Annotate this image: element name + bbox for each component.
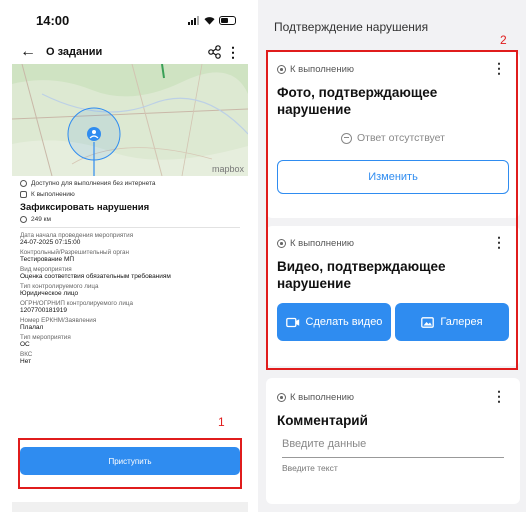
- field-label: ВКС: [20, 351, 33, 358]
- divider: [20, 227, 240, 228]
- field-value: ОС: [20, 341, 30, 348]
- field-control-body: Контрольный/Разрешительный орган Тестиро…: [20, 249, 240, 263]
- distance-row: 249 км: [20, 216, 240, 223]
- wifi-icon: [204, 16, 215, 25]
- field-label: ОГРН/ОГРНИП контролируемого лица: [20, 300, 133, 307]
- field-value: Тестирование МП: [20, 256, 75, 263]
- card-title: Комментарий: [277, 413, 368, 428]
- annotation-number-2: 2: [500, 33, 507, 47]
- task-info: Доступно для выполнения без интернета К …: [12, 176, 248, 365]
- status-icon: [277, 393, 286, 402]
- status-bar: 14:00: [12, 0, 248, 40]
- field-erknm: Номер ЕРКНМ/Заявления Плалал: [20, 317, 240, 331]
- card-status-text: К выполнению: [290, 392, 355, 403]
- map-tiles: [12, 64, 248, 176]
- annotation-number-1: 1: [218, 415, 225, 429]
- cloud-icon: [20, 191, 27, 198]
- field-value: 1207700181919: [20, 307, 67, 314]
- field-label: Тип контролируемого лица: [20, 283, 99, 290]
- highlight-box-1: [18, 438, 242, 489]
- field-value: Оценка соответствия обязательным требова…: [20, 273, 171, 280]
- task-title: Зафиксировать нарушения: [20, 202, 150, 213]
- signal-icon: [188, 15, 200, 25]
- highlight-box-2: [266, 50, 518, 370]
- input-hint: Введите текст: [282, 463, 338, 473]
- section-title: Подтверждение нарушения: [274, 20, 429, 34]
- field-label: Номер ЕРКНМ/Заявления: [20, 317, 97, 324]
- map-attribution: mapbox: [211, 164, 244, 174]
- more-vert-icon[interactable]: ⋮: [492, 389, 506, 403]
- field-value: Плалал: [20, 324, 44, 331]
- task-details-screen: 14:00 ← О задании ⋮ mapbox Доступно для …: [12, 0, 248, 512]
- field-event-type: Тип мероприятия ОС: [20, 334, 240, 348]
- field-start-date: Дата начала проведения мероприятия 24-07…: [20, 232, 240, 246]
- back-arrow-icon[interactable]: ←: [20, 43, 46, 61]
- bottom-bar: [12, 502, 248, 512]
- top-app-bar: ← О задании ⋮: [12, 40, 248, 64]
- status-icons: [188, 15, 236, 25]
- offline-note: Доступно для выполнения без интернета: [20, 180, 240, 187]
- field-value: Юридическое лицо: [20, 290, 79, 297]
- offline-note-text: Доступно для выполнения без интернета: [31, 180, 156, 187]
- field-vks: ВКС Нет: [20, 351, 240, 365]
- distance-value: 249 км: [31, 216, 51, 223]
- task-status-text: К выполнению: [31, 191, 75, 198]
- comment-card: К выполнению ⋮ Комментарий Введите данны…: [266, 378, 520, 504]
- location-pin-icon: [20, 216, 27, 223]
- card-status: К выполнению: [277, 392, 354, 403]
- input-underline: [282, 457, 504, 458]
- field-label: Дата начала проведения мероприятия: [20, 232, 134, 239]
- page-title: О задании: [46, 46, 103, 58]
- more-vert-icon[interactable]: ⋮: [226, 45, 240, 59]
- map-view[interactable]: mapbox: [12, 64, 248, 176]
- field-label: Контрольный/Разрешительный орган: [20, 249, 129, 256]
- field-entity-type: Тип контролируемого лица Юридическое лиц…: [20, 283, 240, 297]
- share-icon[interactable]: [204, 45, 226, 59]
- comment-input[interactable]: Введите данные: [282, 438, 366, 450]
- screenshot-root: 14:00 ← О задании ⋮ mapbox Доступно для …: [0, 0, 531, 520]
- field-value: 24-07-2025 07:15:00: [20, 239, 81, 246]
- download-icon: [20, 180, 27, 187]
- field-label: Тип мероприятия: [20, 334, 71, 341]
- field-event-kind: Вид мероприятия Оценка соответствия обяз…: [20, 266, 240, 280]
- field-label: Вид мероприятия: [20, 266, 72, 273]
- battery-icon: [219, 15, 236, 25]
- field-value: Нет: [20, 358, 32, 365]
- task-status: К выполнению: [20, 191, 240, 198]
- status-time: 14:00: [36, 12, 70, 28]
- field-ogrn: ОГРН/ОГРНИП контролируемого лица 1207700…: [20, 300, 240, 314]
